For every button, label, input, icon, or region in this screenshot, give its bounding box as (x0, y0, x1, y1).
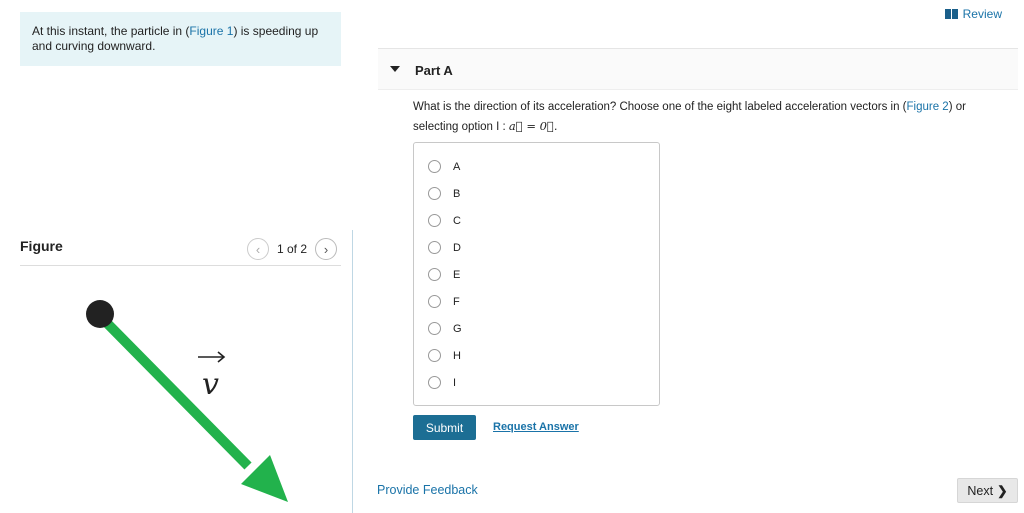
panel-divider (352, 230, 353, 513)
figure-image: v (86, 300, 288, 502)
figure-pager: ‹ 1 of 2 › (247, 238, 338, 260)
option-g[interactable]: G (428, 322, 462, 335)
option-i[interactable]: I (428, 376, 456, 389)
option-d[interactable]: D (428, 241, 461, 254)
intro-text-before: At this instant, the particle in ( (32, 24, 190, 38)
radio-button[interactable] (428, 322, 441, 335)
option-label: I (453, 376, 457, 389)
radio-button[interactable] (428, 241, 441, 254)
velocity-arrow-shaft (96, 312, 252, 470)
option-h[interactable]: H (428, 349, 461, 362)
review-label: Review (962, 7, 1002, 21)
submit-button[interactable]: Submit (413, 415, 476, 440)
part-a-header[interactable]: Part A (378, 48, 1018, 90)
request-answer-link[interactable]: Request Answer (493, 421, 579, 433)
figure-1-link[interactable]: Figure 1 (189, 24, 233, 38)
question-text: What is the direction of its acceleratio… (413, 98, 1003, 137)
problem-intro: At this instant, the particle in (Figure… (20, 12, 341, 66)
part-title: Part A (415, 63, 453, 78)
radio-button[interactable] (428, 349, 441, 362)
next-label: Next (967, 483, 994, 498)
velocity-symbol: v (202, 367, 219, 402)
radio-button[interactable] (428, 214, 441, 227)
option-b[interactable]: B (428, 187, 460, 200)
left-panel: At this instant, the particle in (Figure… (0, 0, 352, 513)
option-label: C (453, 214, 461, 227)
option-a[interactable]: A (428, 160, 460, 173)
radio-button[interactable] (428, 160, 441, 173)
chevron-right-icon[interactable]: › (315, 238, 338, 260)
option-label: F (453, 295, 460, 308)
question-text-before: What is the direction of its acceleratio… (413, 101, 907, 113)
figure-2-link[interactable]: Figure 2 (907, 101, 949, 113)
radio-button[interactable] (428, 376, 441, 389)
question-formula: a⃗ = 0⃗. (508, 119, 558, 133)
option-e[interactable]: E (428, 268, 460, 281)
radio-button[interactable] (428, 295, 441, 308)
option-label: E (453, 268, 461, 281)
caret-down-icon[interactable] (390, 66, 400, 72)
radio-button[interactable] (428, 187, 441, 200)
particle-dot (86, 300, 114, 328)
option-label: A (453, 160, 461, 173)
chevron-left-icon[interactable]: ‹ (247, 238, 269, 260)
option-label: D (453, 241, 461, 254)
book-icon (944, 9, 958, 19)
review-link[interactable]: Review (944, 7, 1002, 21)
velocity-label: v (198, 351, 226, 402)
figure-page-count: 1 of 2 (277, 242, 308, 256)
option-label: B (453, 187, 461, 200)
figure-title: Figure (20, 238, 63, 254)
option-c[interactable]: C (428, 214, 461, 227)
chevron-right-icon: ❯ (997, 484, 1008, 498)
provide-feedback-link[interactable]: Provide Feedback (377, 483, 478, 497)
next-button[interactable]: Next ❯ (957, 478, 1018, 503)
radio-button[interactable] (428, 268, 441, 281)
answer-options: A B C D E F G H I (413, 142, 660, 406)
option-label: H (453, 349, 461, 362)
option-f[interactable]: F (428, 295, 460, 308)
option-label: G (453, 322, 462, 335)
